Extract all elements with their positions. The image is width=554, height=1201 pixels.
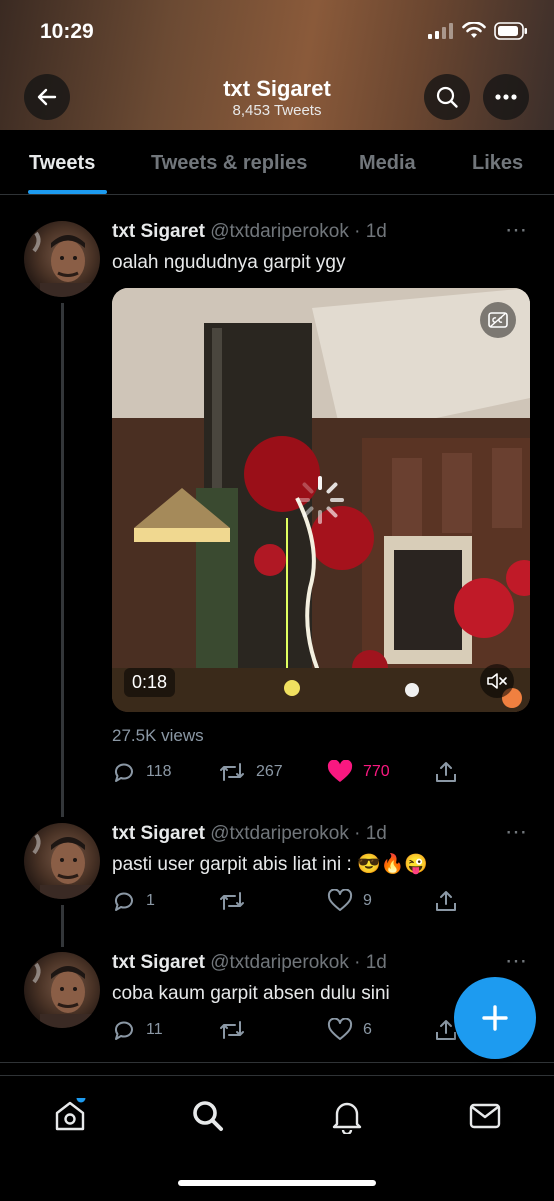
retweet-button[interactable] — [218, 889, 256, 913]
plus-icon — [482, 1005, 508, 1031]
tab-tweets-and-replies[interactable]: Tweets & replies — [151, 152, 307, 175]
bell-icon — [332, 1102, 362, 1136]
search-button[interactable] — [424, 74, 470, 120]
reply-count: 11 — [146, 1021, 163, 1038]
like-count: 9 — [363, 892, 372, 909]
active-tab-indicator — [28, 190, 107, 194]
battery-icon — [494, 22, 527, 40]
tweet-header: txt Sigaret @txtdariperokok · 1d — [112, 952, 387, 974]
tweet-video[interactable]: 0:18 — [112, 288, 530, 712]
thread-line — [61, 905, 64, 947]
tweet-time: · 1d — [354, 952, 387, 973]
avatar-image — [32, 833, 96, 899]
reply-button[interactable]: 1 — [112, 889, 155, 913]
share-button[interactable] — [434, 889, 458, 913]
search-icon — [193, 1101, 223, 1131]
thread-line — [61, 303, 64, 817]
home-indicator — [178, 1180, 376, 1186]
author-handle: @txtdariperokok — [210, 221, 349, 242]
reply-button[interactable]: 11 — [112, 1018, 163, 1042]
status-time: 10:29 — [40, 20, 94, 43]
tweet-time: · 1d — [354, 823, 387, 844]
like-button[interactable]: 9 — [327, 889, 372, 913]
tweet-text: pasti user garpit abis liat ini : 😎🔥😜 — [112, 854, 428, 875]
divider — [0, 1062, 554, 1063]
mail-icon — [469, 1103, 501, 1129]
mute-button[interactable] — [480, 664, 514, 698]
tweet-header: txt Sigaret @txtdariperokok · 1d — [112, 823, 387, 845]
avatar-image — [32, 231, 96, 297]
more-button[interactable] — [483, 74, 529, 120]
like-button[interactable]: 6 — [327, 1018, 372, 1042]
nav-search[interactable] — [190, 1098, 226, 1139]
avatar[interactable] — [24, 952, 100, 1028]
reply-button[interactable]: 118 — [112, 760, 172, 784]
mute-icon — [487, 673, 507, 689]
like-count: 6 — [363, 1021, 372, 1038]
author-handle: @txtdariperokok — [210, 952, 349, 973]
nav-messages[interactable] — [467, 1098, 503, 1139]
avatar[interactable] — [24, 823, 100, 899]
view-count: 27.5K views — [112, 726, 204, 745]
retweet-button[interactable]: 267 — [218, 760, 283, 784]
author-name[interactable]: txt Sigaret — [112, 823, 205, 844]
heart-icon — [327, 889, 353, 911]
reply-icon — [114, 763, 133, 782]
tweet-more-icon[interactable]: ⋯ — [505, 948, 528, 974]
captions-icon — [488, 312, 508, 328]
wifi-icon — [462, 22, 486, 38]
tweet-text: oalah ngududnya garpit ygy — [112, 252, 346, 273]
search-icon — [436, 86, 458, 108]
tab-media[interactable]: Media — [359, 152, 416, 175]
tweet-more-icon[interactable]: ⋯ — [505, 819, 528, 845]
profile-tabs: Tweets Tweets & replies Media Likes — [0, 130, 554, 195]
nav-notifications[interactable] — [329, 1098, 365, 1139]
reply-count: 118 — [146, 763, 172, 780]
profile-name: txt Sigaret — [223, 76, 331, 101]
retweet-icon — [220, 1021, 244, 1039]
share-icon — [436, 891, 456, 911]
tweet-more-icon[interactable]: ⋯ — [505, 217, 528, 243]
heart-icon — [327, 1018, 353, 1040]
reply-icon — [114, 1021, 133, 1040]
tweet-count: 8,453 Tweets — [232, 102, 322, 119]
compose-tweet-button[interactable] — [454, 977, 536, 1059]
share-button[interactable] — [434, 760, 458, 784]
more-icon — [495, 94, 517, 100]
tab-tweets[interactable]: Tweets — [29, 152, 95, 175]
reply-count: 1 — [146, 892, 155, 909]
retweet-count: 267 — [256, 763, 283, 780]
author-name[interactable]: txt Sigaret — [112, 221, 205, 242]
retweet-icon — [220, 763, 244, 781]
nav-home[interactable] — [52, 1093, 88, 1139]
cellular-icon — [428, 23, 453, 39]
tweet-time: · 1d — [354, 221, 387, 242]
video-duration: 0:18 — [124, 668, 176, 697]
avatar-image — [32, 962, 96, 1028]
like-button[interactable]: 770 — [327, 760, 390, 784]
retweet-icon — [220, 892, 244, 910]
home-icon — [55, 1093, 86, 1131]
like-count: 770 — [363, 763, 390, 780]
reply-icon — [114, 892, 133, 911]
video-frame — [112, 288, 530, 712]
author-name[interactable]: txt Sigaret — [112, 952, 205, 973]
share-icon — [436, 762, 456, 782]
tab-likes[interactable]: Likes — [472, 152, 523, 175]
status-icons — [428, 22, 528, 40]
author-handle: @txtdariperokok — [210, 823, 349, 844]
captions-button[interactable] — [480, 302, 516, 338]
tweet-header: txt Sigaret @txtdariperokok · 1d — [112, 221, 387, 243]
avatar[interactable] — [24, 221, 100, 297]
retweet-button[interactable] — [218, 1018, 256, 1042]
tweet-text: coba kaum garpit absen dulu sini — [112, 983, 390, 1004]
heart-filled-icon — [327, 760, 353, 782]
